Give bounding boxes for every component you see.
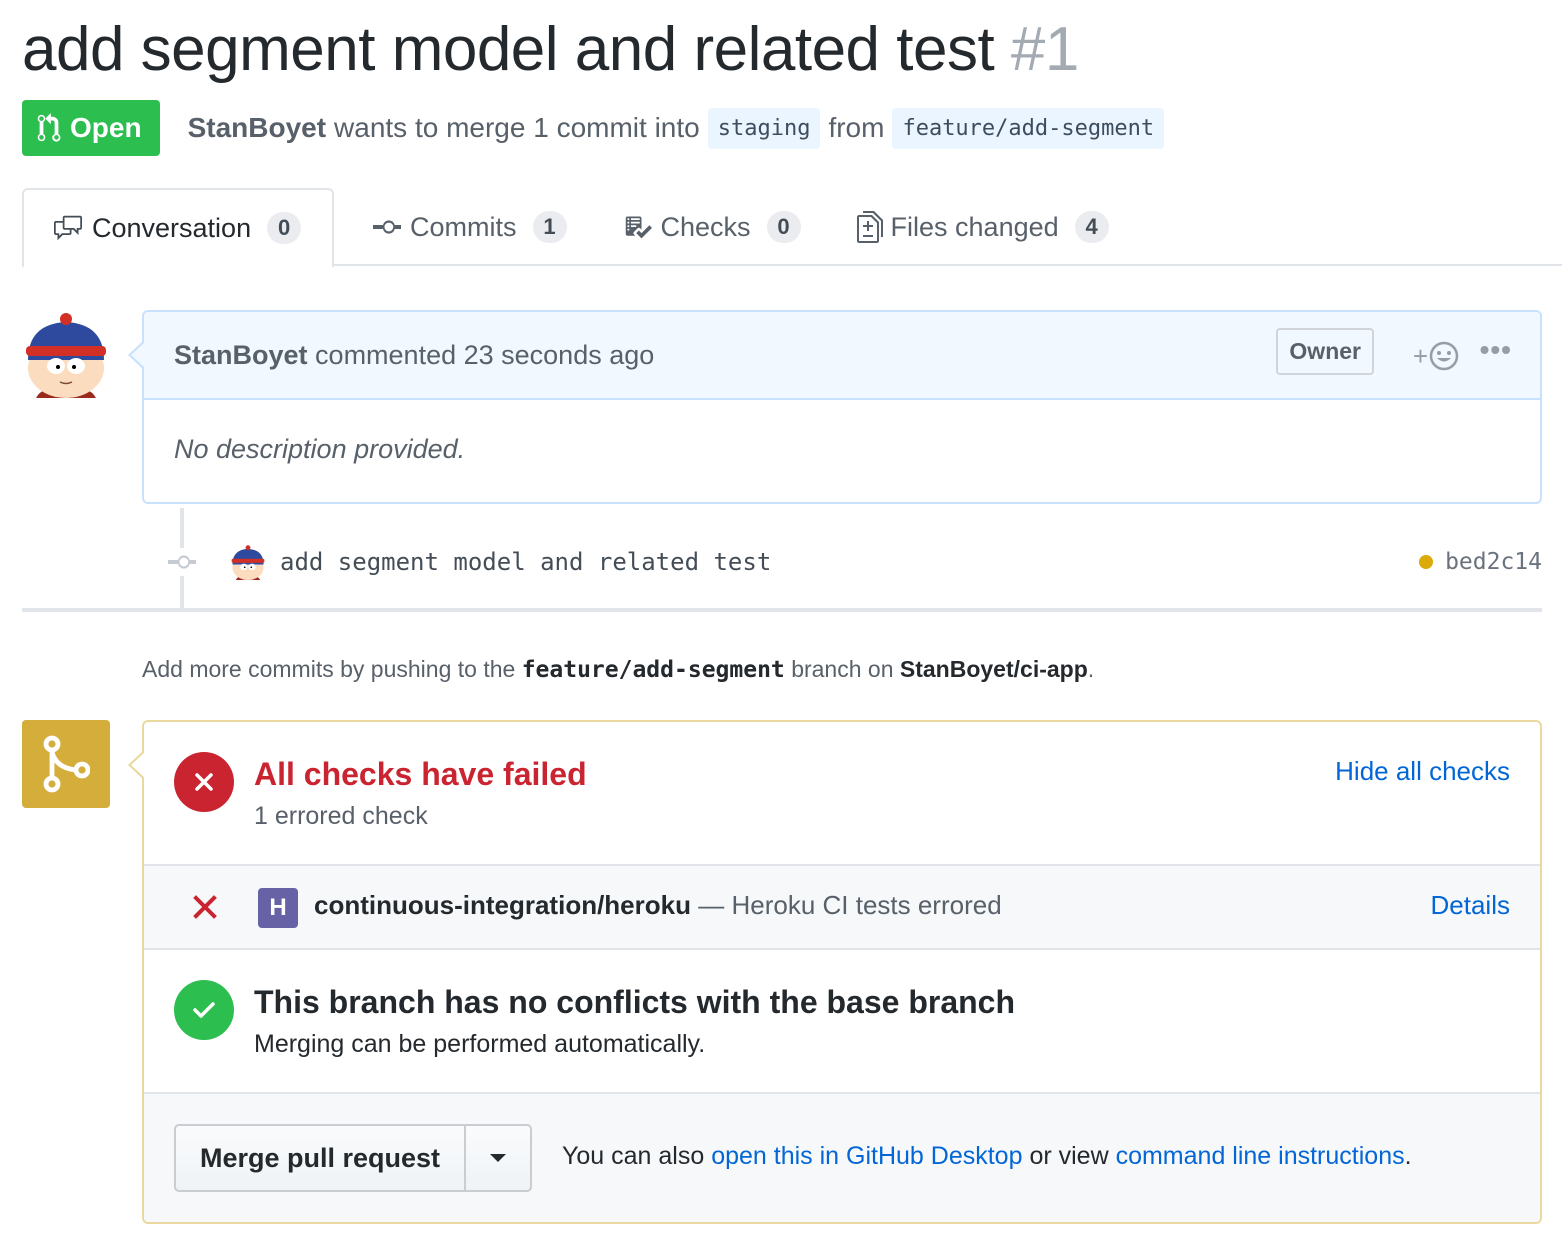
pr-title: add segment model and related test #1: [22, 14, 1079, 85]
comment-action[interactable]: commented 23 seconds ago: [315, 340, 654, 370]
comment-header: StanBoyet commented 23 seconds ago Owner…: [128, 312, 1540, 400]
head-branch[interactable]: feature/add-segment: [892, 107, 1165, 149]
tab-counter: 4: [1074, 211, 1109, 243]
checklist-icon: [625, 216, 652, 239]
conflict-title: This branch has no conflicts with the ba…: [254, 984, 1016, 1020]
open-in-desktop-link[interactable]: open this in GitHub Desktop: [711, 1142, 1022, 1170]
state-badge: Open: [22, 100, 160, 156]
check-details-link[interactable]: Details: [1431, 890, 1510, 921]
commit-sha: bed2c14: [1419, 549, 1542, 575]
comment-box: StanBoyet commented 23 seconds ago Owner…: [128, 310, 1542, 504]
author-avatar[interactable]: [22, 310, 110, 398]
heroku-logo: H: [258, 888, 298, 928]
tab-label: Commits: [410, 211, 517, 242]
merge-also-text: You can also: [562, 1142, 705, 1170]
push-note-suffix: .: [1087, 656, 1095, 682]
file-diff-icon: [856, 211, 883, 243]
tab-label: Files changed: [890, 211, 1059, 242]
comment-author[interactable]: StanBoyet: [174, 340, 308, 370]
base-branch[interactable]: staging: [707, 107, 821, 149]
owner-badge: Owner: [1276, 328, 1374, 375]
more-options-button[interactable]: •••: [1480, 334, 1512, 366]
x-circle-icon: [174, 752, 234, 812]
merge-or-view-text: or view: [1029, 1142, 1109, 1170]
tab-counter: 1: [532, 211, 567, 243]
commit-item: add segment model and related test bed2c…: [168, 536, 1542, 588]
from-text: from: [828, 112, 885, 143]
comment-meta: StanBoyet commented 23 seconds ago: [174, 340, 654, 371]
merge-pull-request-button[interactable]: Merge pull request: [176, 1126, 467, 1190]
check-name: continuous-integration/heroku: [314, 890, 691, 920]
tab-label: Conversation: [92, 212, 252, 243]
tab-counter: 0: [766, 211, 801, 243]
commit-author-avatar[interactable]: [230, 544, 266, 580]
pr-meta: Open StanBoyet wants to merge 1 commit i…: [22, 100, 1172, 156]
merge-end-text: .: [1404, 1142, 1412, 1170]
merge-alternatives: You can also open this in GitHub Desktop…: [562, 1142, 1412, 1171]
commit-sha-link[interactable]: bed2c14: [1445, 549, 1542, 575]
author-link[interactable]: StanBoyet: [188, 112, 326, 144]
push-note-middle: branch on: [791, 656, 894, 682]
merge-summary: StanBoyet wants to merge 1 commit into s…: [188, 107, 1173, 149]
conflict-subtitle: Merging can be performed automatically.: [254, 1030, 706, 1058]
status-pending-dot[interactable]: [1419, 555, 1434, 569]
command-line-instructions-link[interactable]: command line instructions: [1116, 1142, 1405, 1170]
checks-status-subtitle: 1 errored check: [254, 802, 428, 830]
tab-files-changed[interactable]: Files changed 4: [829, 188, 1137, 266]
state-label: Open: [70, 112, 142, 143]
git-commit-icon: [373, 220, 401, 234]
check-description: continuous-integration/heroku — Heroku C…: [314, 890, 1002, 921]
merge-box: All checks have failed 1 errored check H…: [128, 720, 1542, 1224]
push-note-prefix: Add more commits by pushing to the: [142, 656, 516, 682]
tab-counter: 0: [267, 212, 302, 244]
merge-button-group: Merge pull request: [174, 1124, 533, 1192]
reaction-plus: +: [1412, 340, 1428, 371]
checks-status-title: All checks have failed: [254, 756, 587, 792]
tab-checks[interactable]: Checks 0: [595, 188, 829, 266]
commit-message-link[interactable]: add segment model and related test: [280, 548, 771, 576]
tab-conversation[interactable]: Conversation 0: [22, 188, 334, 268]
pr-number: #1: [1010, 15, 1079, 84]
push-note: Add more commits by pushing to the featu…: [142, 656, 1094, 683]
merge-actions: Merge pull request You can also open thi…: [144, 1094, 1540, 1222]
check-circle-icon: [174, 980, 234, 1040]
pr-tabs: Conversation 0 Commits 1 Checks 0 Files …: [22, 188, 1562, 268]
git-commit-icon: [168, 548, 196, 576]
comment-discussion-icon: [54, 215, 82, 241]
pr-title-text: add segment model and related test: [22, 15, 995, 84]
git-merge-icon: [22, 720, 110, 808]
merge-method-dropdown[interactable]: [466, 1126, 530, 1190]
tab-label: Checks: [660, 211, 751, 242]
triangle-down-icon: [490, 1154, 507, 1162]
push-note-repo: StanBoyet/ci-app: [899, 656, 1088, 682]
check-result: — Heroku CI tests errored: [698, 890, 1002, 920]
smiley-icon: [1429, 341, 1459, 371]
git-pull-request-icon: [37, 113, 61, 142]
x-icon: [192, 892, 218, 927]
add-reaction-button[interactable]: +: [1413, 340, 1460, 372]
timeline-divider: [22, 608, 1542, 612]
merge-text: wants to merge 1 commit into: [334, 112, 700, 143]
conflict-status: This branch has no conflicts with the ba…: [144, 950, 1540, 1094]
push-note-branch: feature/add-segment: [521, 657, 785, 683]
tab-commits[interactable]: Commits 1: [344, 188, 595, 266]
comment-body: No description provided.: [174, 434, 466, 464]
hide-all-checks-link[interactable]: Hide all checks: [1335, 756, 1510, 787]
check-item: H continuous-integration/heroku — Heroku…: [144, 866, 1540, 950]
checks-summary: All checks have failed 1 errored check H…: [144, 722, 1540, 866]
